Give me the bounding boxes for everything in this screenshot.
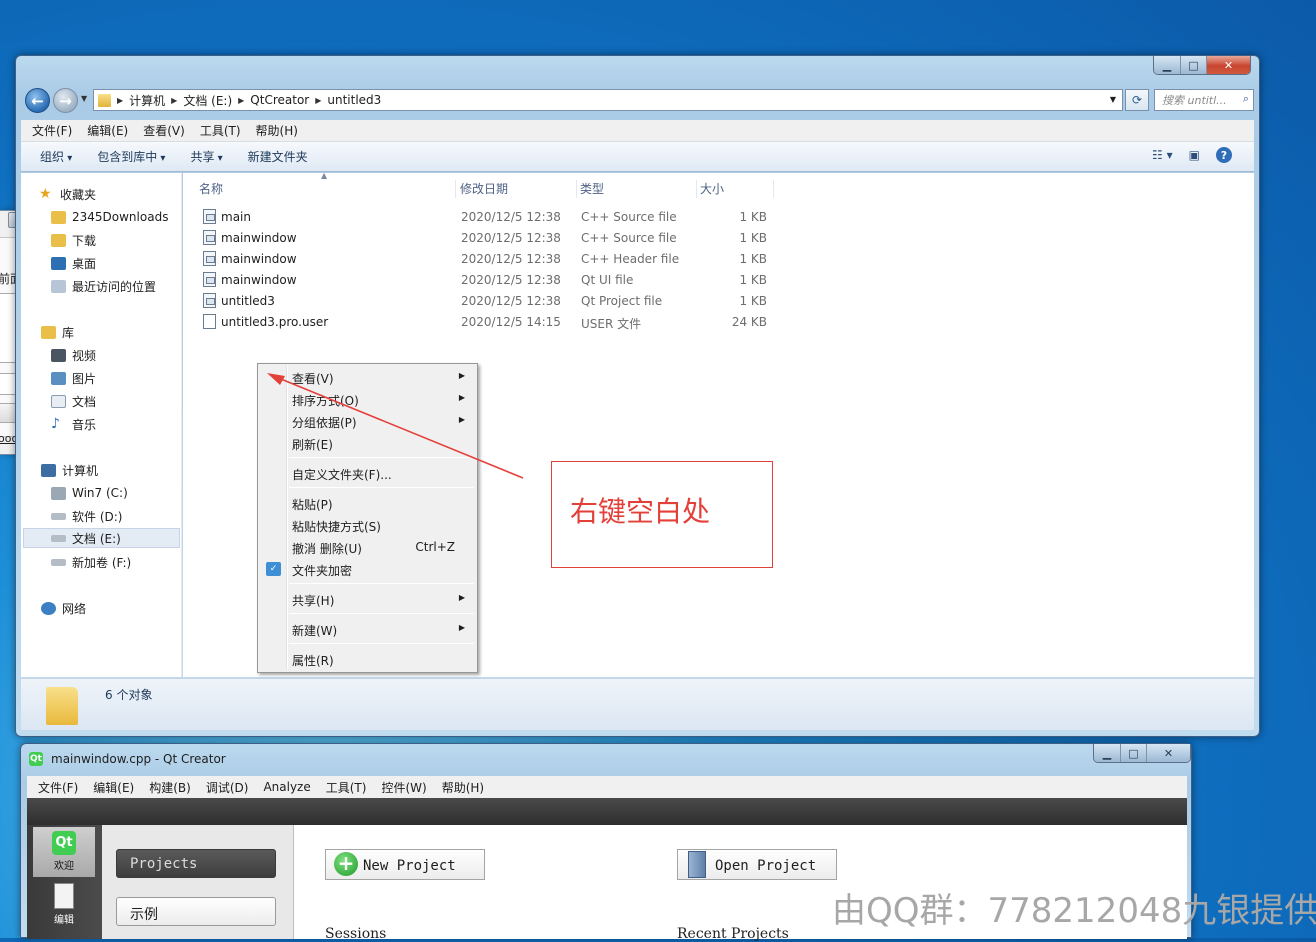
new-project-button[interactable]: + New Project	[325, 849, 485, 880]
qt-menu-bar: 文件(F) 编辑(E) 构建(B) 调试(D) Analyze 工具(T) 控件…	[27, 776, 1187, 798]
window-title: mainwindow.cpp - Qt Creator	[51, 752, 226, 766]
qt-menu-edit[interactable]: 编辑(E)	[93, 779, 134, 796]
plus-icon: +	[334, 852, 358, 876]
button-label: Open Project	[715, 858, 817, 874]
sessions-heading: Sessions	[325, 926, 387, 942]
button-label: 示例	[130, 907, 158, 923]
mode-label: 欢迎	[54, 861, 74, 872]
qt-logo-icon: Qt	[52, 831, 76, 855]
mode-label: 编辑	[54, 915, 74, 926]
minimize-button[interactable]: ▁	[1094, 744, 1120, 762]
qt-mode-bar: Qt 欢迎 编辑	[27, 825, 102, 939]
qt-menu-help[interactable]: 帮助(H)	[442, 779, 484, 796]
button-label: New Project	[363, 858, 456, 874]
button-label: Projects	[130, 856, 198, 872]
annotation-text: 右键空白处	[570, 495, 711, 528]
projects-button[interactable]: Projects	[116, 849, 276, 878]
qt-menu-build[interactable]: 构建(B)	[149, 779, 191, 796]
recent-projects-heading: Recent Projects	[677, 926, 789, 942]
maximize-button[interactable]: □	[1120, 744, 1146, 762]
qt-menu-file[interactable]: 文件(F)	[38, 779, 78, 796]
qt-menu-controls[interactable]: 控件(W)	[381, 779, 426, 796]
edit-document-icon	[54, 883, 74, 909]
qt-menu-debug[interactable]: 调试(D)	[206, 779, 249, 796]
examples-button[interactable]: 示例	[116, 897, 276, 926]
open-project-button[interactable]: Open Project	[677, 849, 837, 880]
annotation-box: 右键空白处	[551, 461, 773, 568]
qt-welcome-sidebar: Projects 示例	[102, 825, 294, 939]
qt-logo-icon: Qt	[29, 752, 43, 766]
qt-menu-tools[interactable]: 工具(T)	[326, 779, 367, 796]
close-button[interactable]: ✕	[1146, 744, 1190, 762]
qt-header-strip	[27, 798, 1187, 825]
mode-welcome[interactable]: Qt 欢迎	[33, 827, 95, 877]
open-folder-icon	[688, 851, 706, 878]
window-controls: ▁ □ ✕	[1093, 744, 1191, 763]
watermark-text: 由QQ群：778212048九银提供	[832, 891, 1316, 931]
qt-menu-analyze[interactable]: Analyze	[263, 780, 310, 794]
mode-edit[interactable]: 编辑	[33, 879, 95, 929]
